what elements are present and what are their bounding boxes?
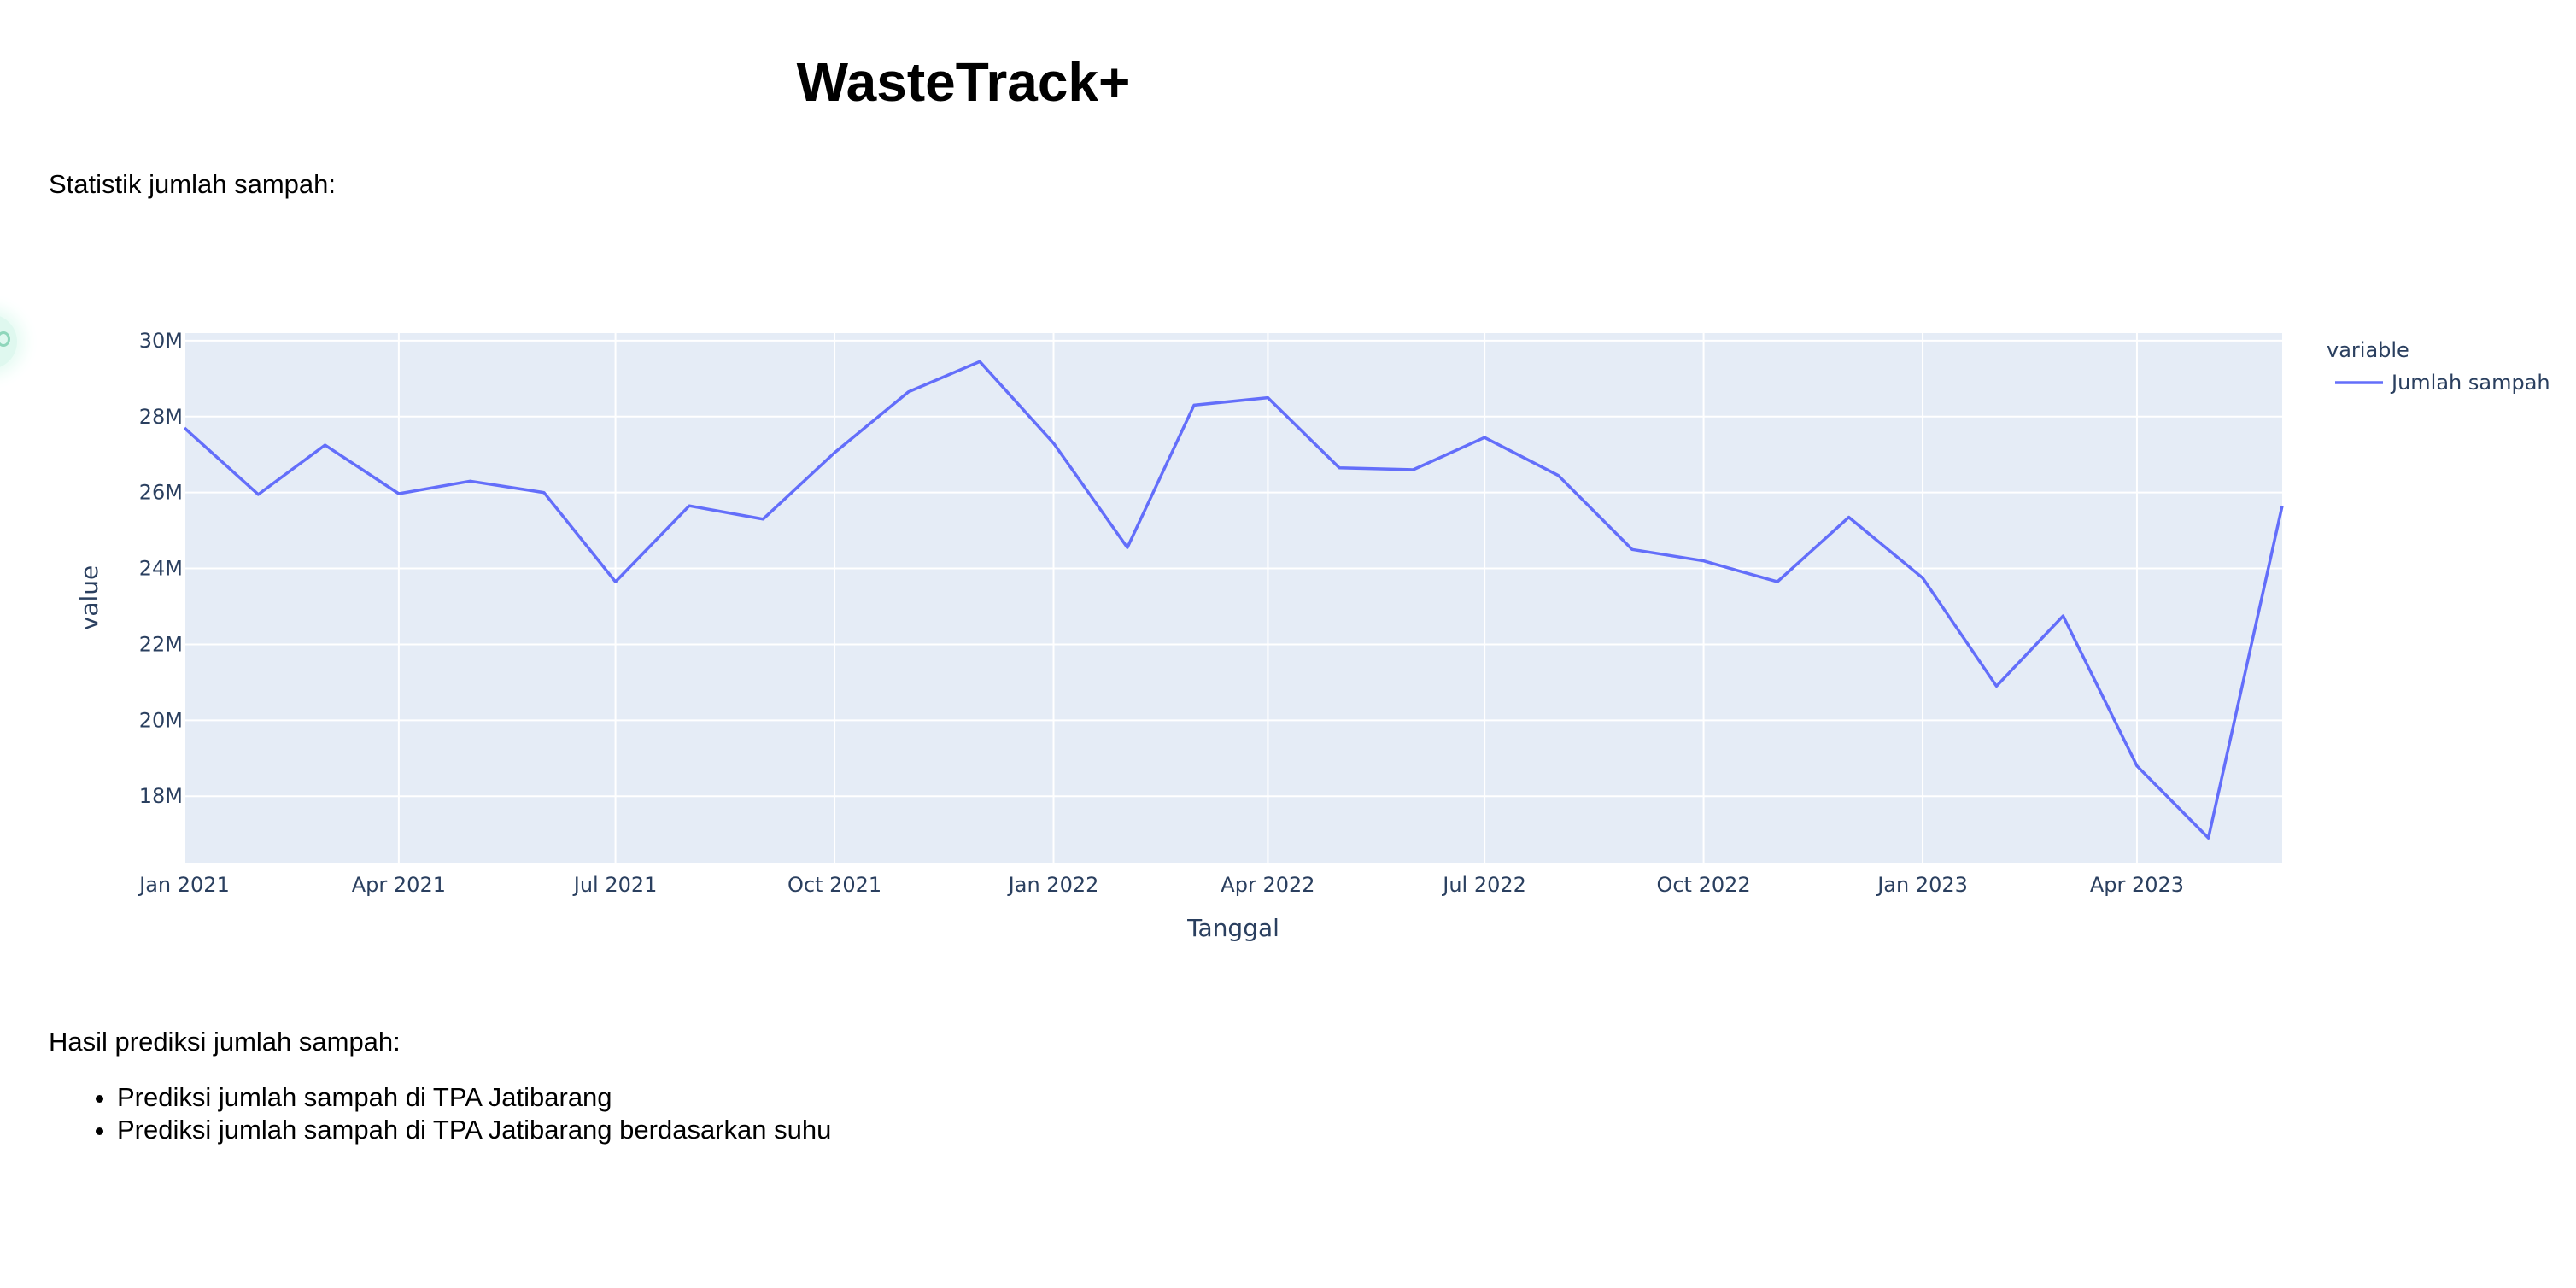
data-point[interactable] xyxy=(542,490,547,495)
plot-area xyxy=(184,333,2282,863)
data-point[interactable] xyxy=(905,389,910,395)
data-point[interactable] xyxy=(1630,547,1635,552)
page-title: WasteTrack+ xyxy=(796,51,1131,113)
x-tick-label: Jan 2021 xyxy=(138,873,230,897)
data-point[interactable] xyxy=(1482,435,1487,440)
data-point[interactable] xyxy=(687,503,692,508)
y-tick-label: 20M xyxy=(139,708,183,732)
legend-item-jumlah-sampah[interactable]: Jumlah sampah xyxy=(2390,371,2550,395)
y-tick-label: 26M xyxy=(139,481,183,505)
data-point[interactable] xyxy=(1265,395,1270,401)
data-point[interactable] xyxy=(2206,835,2211,840)
y-axis-title: value xyxy=(75,565,103,630)
data-point[interactable] xyxy=(2134,764,2140,769)
data-point[interactable] xyxy=(255,492,261,497)
x-tick-label: Apr 2021 xyxy=(352,873,446,897)
y-tick-label: 22M xyxy=(139,632,183,656)
data-point[interactable] xyxy=(2061,613,2066,618)
prediction-list: Prediksi jumlah sampah di TPA Jatibarang… xyxy=(49,1081,831,1146)
y-tick-label: 24M xyxy=(139,557,183,581)
x-tick-label: Apr 2023 xyxy=(2090,873,2184,897)
x-tick-label: Oct 2021 xyxy=(787,873,881,897)
data-point[interactable] xyxy=(468,478,473,483)
data-point[interactable] xyxy=(1125,545,1130,550)
data-point[interactable] xyxy=(322,442,327,448)
x-tick-label: Jul 2021 xyxy=(572,873,658,897)
waste-line-chart[interactable]: Jan 2021 Apr 2021 Jul 2021 Oct 2021 Jan 2022… xyxy=(0,290,2576,991)
y-tick-label: 30M xyxy=(139,329,183,353)
data-point[interactable] xyxy=(1191,402,1197,407)
data-point[interactable] xyxy=(977,359,982,364)
x-axis-title: Tanggal xyxy=(1186,914,1279,942)
prediction-item-tpa-suhu[interactable]: Prediksi jumlah sampah di TPA Jatibarang… xyxy=(117,1114,831,1146)
data-point[interactable] xyxy=(613,579,618,584)
data-point[interactable] xyxy=(760,517,765,522)
data-point[interactable] xyxy=(396,491,401,496)
data-point[interactable] xyxy=(1701,559,1707,564)
data-point[interactable] xyxy=(1920,576,1925,581)
x-tick-label: Apr 2022 xyxy=(1221,873,1314,897)
prediction-label: Hasil prediksi jumlah sampah: xyxy=(49,1027,401,1057)
legend[interactable]: variable Jumlah sampah xyxy=(2327,338,2550,395)
data-point[interactable] xyxy=(1993,683,1999,688)
prediction-item-tpa[interactable]: Prediksi jumlah sampah di TPA Jatibarang xyxy=(117,1081,831,1114)
data-point[interactable] xyxy=(1556,473,1561,478)
data-point[interactable] xyxy=(1337,465,1342,471)
data-point[interactable] xyxy=(1775,579,1780,584)
x-tick-label: Jan 2023 xyxy=(1876,873,1968,897)
data-point[interactable] xyxy=(2280,503,2285,508)
statistics-label: Statistik jumlah sampah: xyxy=(49,169,336,199)
x-tick-label: Oct 2022 xyxy=(1656,873,1750,897)
x-tick-label: Jan 2022 xyxy=(1007,873,1099,897)
data-point[interactable] xyxy=(1410,467,1415,472)
y-tick-label: 18M xyxy=(139,784,183,808)
data-point[interactable] xyxy=(1847,515,1852,520)
y-tick-label: 28M xyxy=(139,405,183,429)
legend-title: variable xyxy=(2327,338,2409,362)
data-point[interactable] xyxy=(182,425,187,430)
data-point[interactable] xyxy=(832,450,837,455)
x-tick-label: Jul 2022 xyxy=(1441,873,1526,897)
data-point[interactable] xyxy=(1051,441,1057,446)
